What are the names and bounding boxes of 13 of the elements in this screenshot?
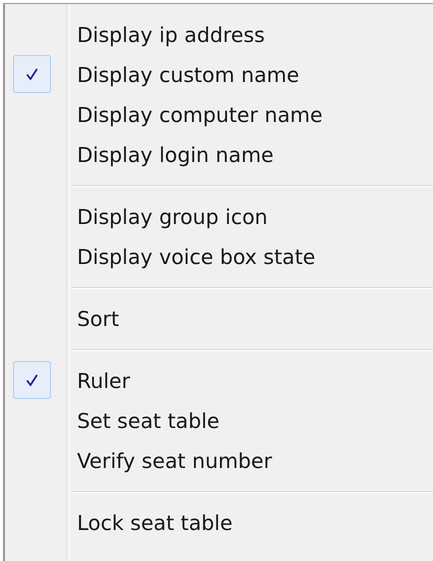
- menu-item[interactable]: Ruler: [77, 369, 130, 393]
- menu-item[interactable]: Verify seat number: [77, 449, 272, 473]
- menu-item[interactable]: Display custom name: [77, 63, 300, 87]
- menu-item[interactable]: Sort: [77, 307, 120, 331]
- menu-item[interactable]: Display computer name: [77, 103, 323, 127]
- checkmark-icon: [25, 373, 39, 387]
- menu-item[interactable]: Display ip address: [77, 23, 265, 47]
- menu-item[interactable]: Set seat table: [77, 409, 220, 433]
- menu-item[interactable]: Display voice box state: [77, 245, 316, 269]
- menu-item[interactable]: Display login name: [77, 143, 274, 167]
- menu-item[interactable]: Lock seat table: [77, 511, 233, 535]
- menu-item[interactable]: Display group icon: [77, 205, 268, 229]
- checkmark-icon: [25, 67, 39, 81]
